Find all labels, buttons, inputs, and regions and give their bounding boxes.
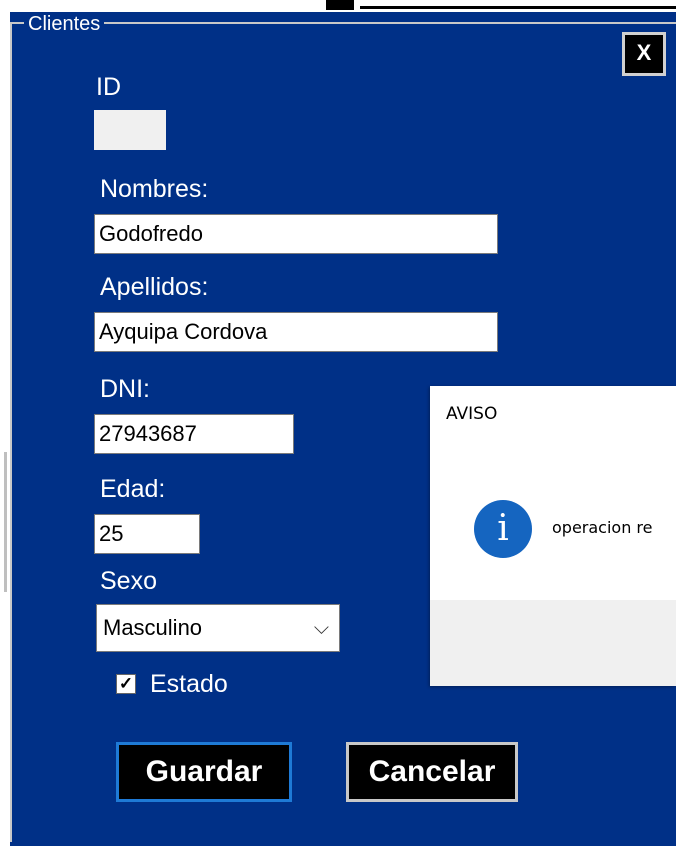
top-cropped-heading bbox=[326, 0, 354, 10]
id-field[interactable] bbox=[94, 110, 166, 150]
sexo-selected-value: Masculino bbox=[103, 615, 203, 640]
sexo-select[interactable]: Masculino ⌵ bbox=[96, 604, 340, 652]
dialog-footer bbox=[430, 600, 676, 686]
groupbox-title: Clientes bbox=[24, 12, 105, 36]
nombres-field[interactable]: Godofredo bbox=[94, 214, 498, 254]
guardar-button[interactable]: Guardar bbox=[116, 742, 292, 802]
dialog-message: operacion re bbox=[552, 518, 653, 537]
nombres-label: Nombres: bbox=[100, 175, 209, 203]
apellidos-label: Apellidos: bbox=[100, 273, 209, 301]
apellidos-field[interactable]: Ayquipa Cordova bbox=[94, 312, 498, 352]
dialog-title: AVISO bbox=[446, 404, 498, 424]
estado-label: Estado bbox=[150, 670, 228, 698]
edad-label: Edad: bbox=[100, 475, 166, 503]
information-icon: i bbox=[474, 500, 532, 558]
id-label: ID bbox=[96, 73, 121, 101]
sexo-label: Sexo bbox=[100, 567, 157, 595]
chevron-down-icon[interactable]: ⌵ bbox=[314, 605, 329, 651]
left-edge bbox=[0, 12, 10, 846]
close-button[interactable]: X bbox=[622, 32, 666, 76]
edad-field[interactable]: 25 bbox=[94, 514, 200, 554]
cancelar-button[interactable]: Cancelar bbox=[346, 742, 518, 802]
aviso-dialog: AVISO i operacion re bbox=[430, 386, 676, 686]
dni-field[interactable]: 27943687 bbox=[94, 414, 294, 454]
estado-checkbox[interactable]: ✓ bbox=[116, 674, 136, 694]
top-divider bbox=[360, 6, 676, 9]
top-strip bbox=[0, 0, 676, 12]
left-edge-tick bbox=[4, 452, 7, 592]
dni-label: DNI: bbox=[100, 375, 150, 403]
